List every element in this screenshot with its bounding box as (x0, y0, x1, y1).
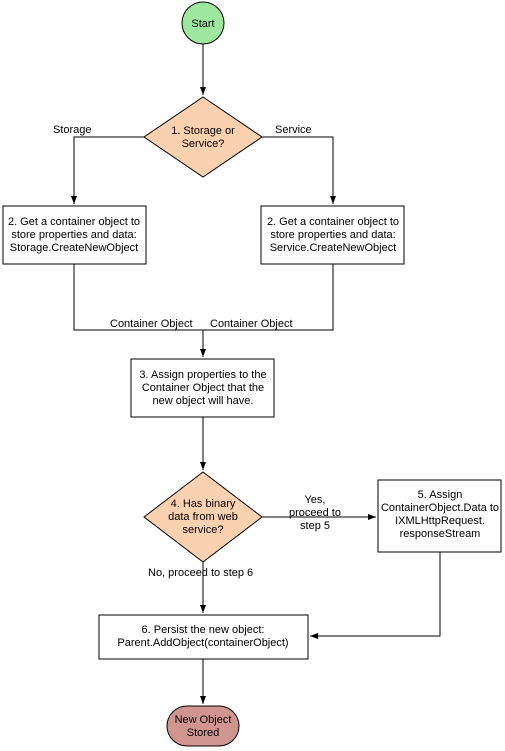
edge-co2-label: Container Object (210, 318, 293, 330)
edge-p2a-p3 (74, 264, 203, 357)
p5-line4: responseStream (400, 528, 481, 540)
edge-d1-p2b (262, 137, 333, 204)
p5-line3: IXMLHttpRequest. (395, 515, 485, 527)
edge-co1-label: Container Object (110, 318, 193, 330)
d1-line1: 1. Storage or (171, 125, 235, 137)
p6-line1: 6. Persist the new object: (142, 624, 265, 636)
d4-line3: service? (183, 524, 224, 536)
start-label: Start (191, 18, 214, 30)
p2a-line2: store properties and data: (11, 229, 136, 241)
edge-p2b-p3 (203, 264, 333, 357)
d4-line2: data from web (168, 511, 238, 523)
edge-yes-l3: step 5 (300, 520, 330, 532)
edge-yes-l1: Yes, (304, 494, 325, 506)
p5-line1: 5. Assign (418, 489, 463, 501)
p2b-line2: store properties and data: (270, 229, 395, 241)
p3-line3: new object will have. (153, 395, 254, 407)
edge-d1-p2a (74, 137, 144, 204)
d4-line1: 4. Has binary (171, 498, 236, 510)
p3-line1: 3. Assign properties to the (139, 369, 266, 381)
p3-line2: Container Object that the (142, 382, 264, 394)
p5-line2: ContainerObject.Data to (381, 502, 499, 514)
end-line1: New Object (175, 714, 232, 726)
end-line2: Stored (187, 727, 219, 739)
edge-p5-p6 (310, 552, 440, 636)
end-node (167, 706, 239, 746)
p2b-line3: Service.CreateNewObject (270, 242, 397, 254)
edge-service-label: Service (275, 124, 312, 136)
decision-1 (144, 97, 262, 177)
p6-line2: Parent.AddObject(containerObject) (117, 637, 288, 649)
edge-yes-l2: proceed to (289, 507, 341, 519)
flowchart-diagram: Start 1. Storage or Service? Storage Ser… (0, 0, 505, 751)
p2a-line3: Storage.CreateNewObject (10, 242, 138, 254)
d1-line2: Service? (182, 138, 225, 150)
edge-storage-label: Storage (53, 124, 92, 136)
p2a-line1: 2. Get a container object to (8, 216, 140, 228)
edge-no-label: No, proceed to step 6 (148, 567, 253, 579)
p2b-line1: 2. Get a container object to (267, 216, 399, 228)
